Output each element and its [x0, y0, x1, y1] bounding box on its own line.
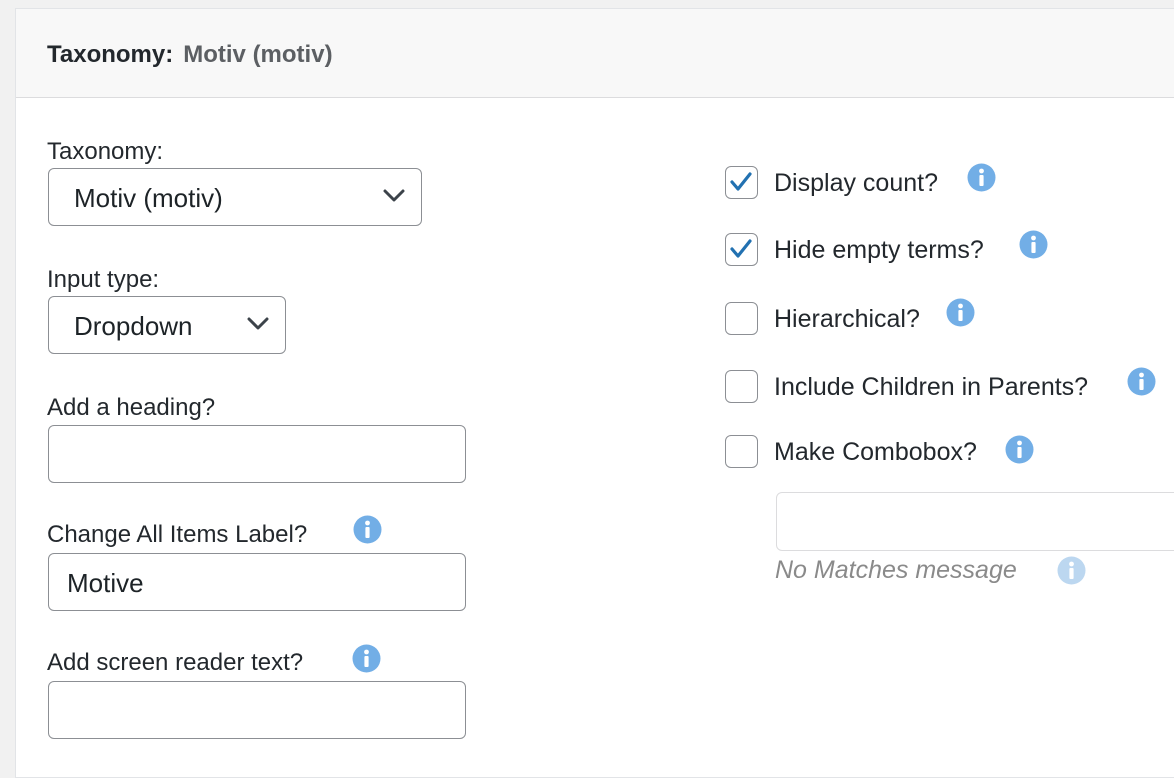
display-count-checkbox[interactable]: [725, 166, 758, 199]
checkmark-icon: [730, 172, 752, 191]
screen-reader-input[interactable]: [48, 681, 466, 739]
panel-header: Taxonomy: Motiv (motiv): [16, 9, 1174, 98]
hide-empty-terms-checkbox[interactable]: [725, 233, 758, 266]
input-type-label: Input type:: [47, 266, 160, 293]
hide-empty-terms-label: Hide empty terms?: [774, 236, 984, 264]
include-children-checkbox[interactable]: [725, 370, 758, 403]
hierarchical-label: Hierarchical?: [774, 305, 920, 333]
info-icon[interactable]: [352, 644, 381, 673]
info-icon[interactable]: [1019, 230, 1048, 259]
info-icon[interactable]: [1127, 367, 1156, 396]
input-type-select-value: Dropdown: [74, 311, 193, 341]
no-matches-input[interactable]: [776, 492, 1174, 551]
all-items-input[interactable]: Motive: [48, 553, 466, 611]
make-combobox-checkbox[interactable]: [725, 435, 758, 468]
all-items-label: Change All Items Label?: [47, 521, 308, 548]
checkmark-icon: [730, 239, 752, 258]
panel-title-value: Motiv (motiv): [183, 41, 333, 68]
info-icon[interactable]: [353, 515, 382, 544]
include-children-label: Include Children in Parents?: [774, 373, 1089, 401]
info-icon[interactable]: [967, 163, 996, 192]
all-items-input-value: Motive: [67, 568, 144, 598]
info-icon[interactable]: [1005, 435, 1034, 464]
heading-label: Add a heading?: [47, 394, 216, 421]
display-count-label: Display count?: [774, 169, 938, 197]
hierarchical-checkbox[interactable]: [725, 302, 758, 335]
screen-reader-label: Add screen reader text?: [47, 649, 304, 676]
panel-title-label: Taxonomy:: [47, 41, 174, 68]
taxonomy-label: Taxonomy:: [47, 138, 164, 165]
panel-title: Taxonomy: Motiv (motiv): [47, 41, 333, 69]
no-matches-hint: No Matches message: [775, 556, 1017, 584]
taxonomy-select-value: Motiv (motiv): [74, 183, 223, 213]
heading-input[interactable]: [48, 425, 466, 483]
info-icon[interactable]: [946, 298, 975, 327]
chevron-down-icon: [247, 317, 269, 330]
make-combobox-label: Make Combobox?: [774, 438, 977, 466]
chevron-down-icon: [383, 189, 405, 202]
input-type-select[interactable]: Dropdown: [48, 296, 286, 354]
taxonomy-select[interactable]: Motiv (motiv): [48, 168, 422, 226]
info-icon[interactable]: [1057, 556, 1086, 585]
